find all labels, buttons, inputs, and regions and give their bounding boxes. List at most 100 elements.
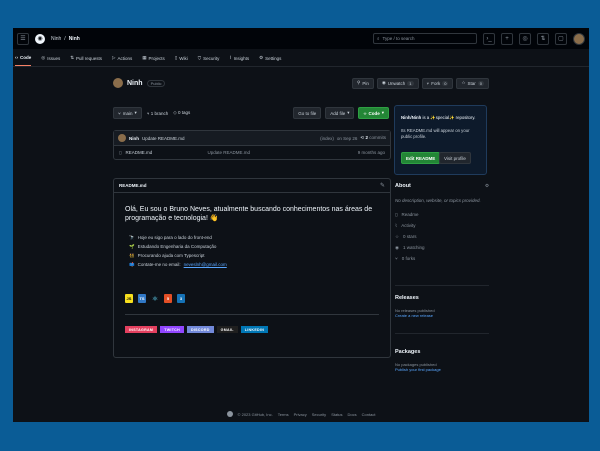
footer-link-security[interactable]: Security — [312, 412, 326, 417]
packages-title[interactable]: Packages — [395, 349, 441, 355]
history-icon: ⟲ — [360, 135, 365, 140]
about-item-activity[interactable]: ⌇ Activity — [395, 220, 489, 231]
branch-select[interactable]: ⑂ main ▾ — [113, 107, 142, 119]
search-input[interactable]: ⌕ Type / to search — [373, 33, 477, 44]
tab-wiki[interactable]: ▯ Wiki — [175, 55, 188, 66]
gear-icon[interactable]: ⚙ — [485, 183, 489, 189]
about-item-forks[interactable]: ⑂ 0 forks — [395, 253, 489, 264]
menu-icon[interactable]: ☰ — [17, 32, 29, 45]
tags-link[interactable]: ◇ 0 tags — [173, 110, 190, 116]
inbox-icon[interactable]: ▢ — [555, 32, 567, 45]
unwatch-button[interactable]: ◉ Unwatch 1 — [376, 77, 419, 89]
footer-copyright: © 2023 GitHub, Inc. — [237, 411, 273, 417]
tab-security[interactable]: ⛉ Security — [198, 56, 220, 66]
owner-avatar[interactable] — [113, 78, 123, 88]
linkedin-badge[interactable]: LINKEDIN — [240, 326, 269, 333]
footer-link-status[interactable]: Status — [331, 412, 342, 417]
tab-settings[interactable]: ⚙ Settings — [259, 55, 281, 66]
avatar[interactable] — [573, 32, 585, 45]
readme-list: 🔭 Hoje eu sigo para o lado do front-end 🌱… — [129, 233, 227, 269]
commit-avatar[interactable] — [118, 134, 126, 142]
edit-readme-button[interactable]: Edit README — [401, 152, 441, 164]
email-link[interactable]: neveslnh@gmail.com — [184, 260, 227, 269]
tab-insights[interactable]: ⌇ Insights — [229, 55, 249, 66]
gmail-badge[interactable]: GMAIL — [216, 326, 238, 333]
tab-actions[interactable]: ▷ Actions — [112, 55, 132, 66]
publish-package-link[interactable]: Publish your first package — [395, 367, 441, 372]
branch-icon: ⑂ — [118, 110, 121, 116]
list-item: 🔭 Hoje eu sigo para o lado do front-end — [129, 235, 212, 240]
table-icon: ▦ — [142, 55, 147, 60]
go-to-file-button[interactable]: Go to file — [293, 107, 322, 119]
breadcrumb-separator: / — [64, 35, 66, 42]
divider — [125, 314, 379, 315]
repo-name[interactable]: Ninh — [127, 80, 143, 87]
search-icon: ⌕ — [377, 36, 380, 41]
commits-link[interactable]: ⟲ 2 commits — [360, 135, 386, 141]
commit-author[interactable]: Ninh — [129, 136, 139, 141]
divider — [395, 333, 489, 334]
footer-link-contact[interactable]: Contact — [362, 412, 376, 417]
star-icon: ☆ — [395, 234, 400, 239]
twitch-badge[interactable]: TWITCH — [160, 326, 184, 333]
play-icon: ▷ — [112, 55, 116, 60]
code-button[interactable]: ‹› Code ▾ — [358, 107, 389, 119]
tab-pull-requests[interactable]: ⇅ Pull requests — [70, 55, 102, 66]
pencil-icon[interactable]: ✎ — [380, 182, 385, 189]
instagram-badge[interactable]: INSTAGRAM — [125, 326, 158, 333]
releases-section: Releases No releases published Create a … — [395, 295, 435, 318]
command-palette-icon[interactable]: ›_ — [483, 32, 495, 45]
footer-link-docs[interactable]: Docs — [348, 412, 357, 417]
plus-icon[interactable]: + — [501, 32, 513, 45]
graph-icon: ⌇ — [229, 55, 232, 60]
star-button[interactable]: ☆ Star 0 — [456, 77, 489, 89]
watch-count: 1 — [407, 80, 414, 86]
commit-message[interactable]: Update README.md — [142, 136, 185, 141]
footer-link-privacy[interactable]: Privacy — [294, 412, 307, 417]
add-file-button[interactable]: Add file ▾ — [325, 107, 355, 119]
issues-icon[interactable]: ◎ — [519, 32, 531, 45]
fork-button[interactable]: ⑂ Fork 0 — [421, 77, 454, 89]
file-name[interactable]: README.md — [125, 150, 203, 155]
releases-title[interactable]: Releases — [395, 295, 435, 301]
github-logo-icon[interactable]: ◉ — [35, 33, 45, 44]
chevron-down-icon: ▾ — [134, 110, 137, 115]
repo-tabs: ‹› Code ◎ Issues ⇅ Pull requests ▷ Actions ▦… — [13, 49, 589, 67]
about-item-readme[interactable]: ▯ Readme — [395, 209, 489, 220]
readme-title[interactable]: README.md — [119, 183, 147, 188]
about-item-watching[interactable]: ◉ 1 watching — [395, 242, 489, 253]
branch-icon: ⑂ — [146, 110, 150, 116]
list-item: 🌱 Estudando Engenharia da Computação — [129, 244, 217, 249]
search-placeholder: Type / to search — [382, 36, 415, 41]
footer-link-terms[interactable]: Terms — [278, 412, 289, 417]
about-title: About — [395, 183, 411, 189]
packages-section: Packages No packages published Publish y… — [395, 349, 441, 372]
visit-profile-button[interactable]: Visit profile — [439, 152, 471, 164]
file-commit-message[interactable]: Update README.md — [207, 150, 250, 155]
create-release-link[interactable]: Create a new release — [395, 313, 435, 318]
breadcrumb-owner[interactable]: Ninh — [51, 36, 61, 42]
star-icon: ☆ — [461, 80, 466, 85]
code-icon: ‹› — [15, 55, 18, 60]
special-repo-callout: Ninh/Ninh is a ✨special✨ repository. Its… — [394, 105, 487, 175]
book-icon: ▯ — [174, 55, 178, 60]
branches-link[interactable]: ⑂ 1 branch — [147, 111, 168, 116]
css3-icon: 3 — [177, 294, 185, 303]
pull-requests-icon[interactable]: ⇅ — [537, 32, 549, 45]
github-logo-icon[interactable] — [226, 411, 233, 417]
tab-issues[interactable]: ◎ Issues — [41, 55, 60, 66]
latest-commit: Ninh Update README.md (index) on Sep 26 … — [114, 131, 390, 146]
commit-hash[interactable]: (index) — [320, 136, 334, 141]
tab-projects[interactable]: ▦ Projects — [142, 55, 165, 66]
book-icon: ▯ — [395, 212, 398, 217]
code-icon: ‹› — [363, 110, 367, 116]
list-item: 📫 Contate-me no email: neveslnh@gmail.com — [129, 260, 227, 269]
pin-button[interactable]: ⚲ Pin — [352, 77, 374, 89]
discord-badge[interactable]: DISCORD — [186, 326, 214, 333]
about-item-stars[interactable]: ☆ 0 stars — [395, 231, 489, 242]
typescript-icon: TS — [138, 294, 146, 303]
breadcrumb-repo[interactable]: Ninh — [69, 36, 80, 42]
table-row[interactable]: ▯ README.md Update README.md 9 months ag… — [114, 146, 390, 159]
tab-code[interactable]: ‹› Code — [15, 55, 32, 66]
readme-panel: README.md ✎ Olá, Eu sou o Bruno Neves, a… — [113, 178, 391, 358]
